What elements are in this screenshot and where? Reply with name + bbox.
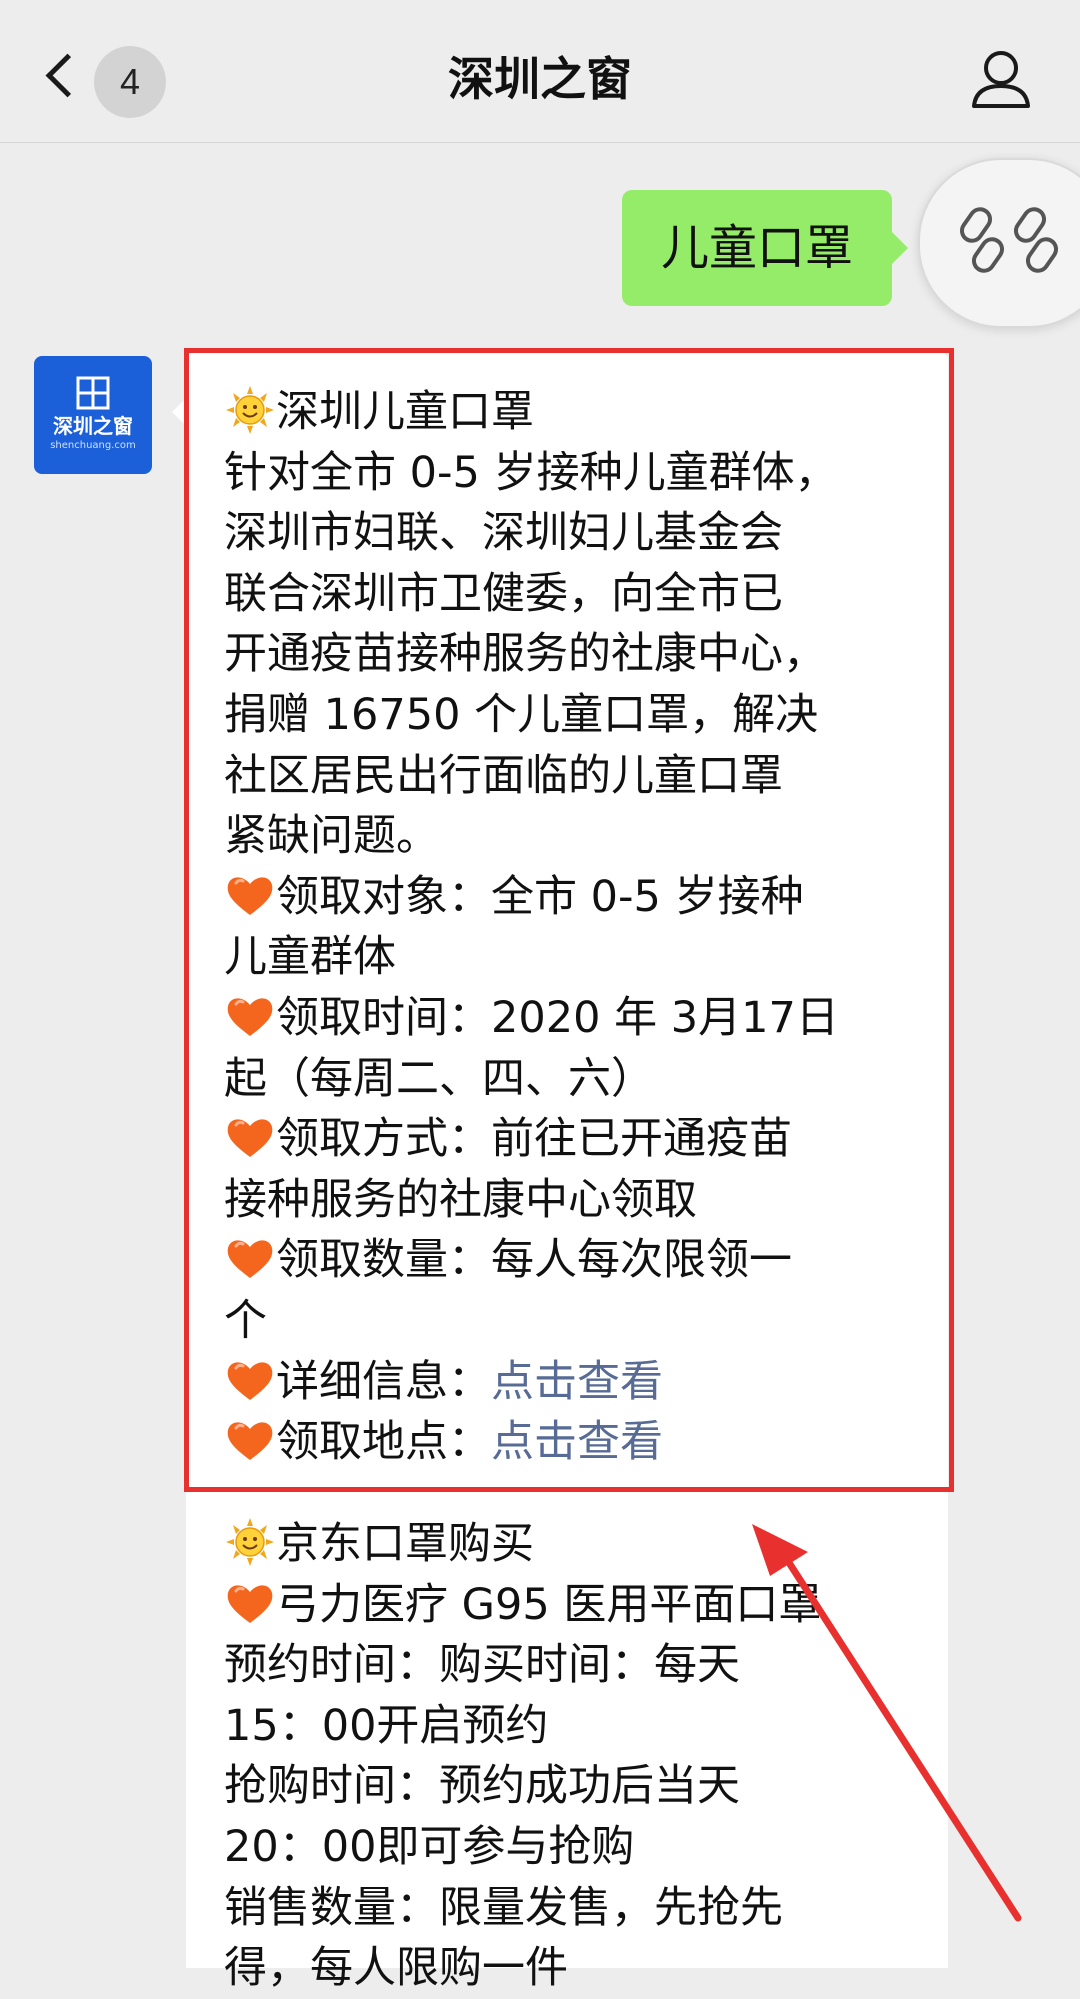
quantity-label: 领取数量： xyxy=(276,1235,491,1286)
sun-face-icon xyxy=(224,1518,276,1566)
floating-link-button[interactable] xyxy=(918,158,1080,328)
intro-line: 联合深圳市卫健委，向全市已 xyxy=(224,568,783,619)
avatar-logo-text: 深圳之窗 xyxy=(53,414,133,438)
target-value: 全市 0-5 岁接种 xyxy=(491,871,804,922)
sales-quantity: 销售数量：限量发售，先抢先 xyxy=(224,1882,783,1933)
sales-quantity-continued: 得，每人限购一件 xyxy=(224,1943,568,1994)
children-mask-section: 深圳儿童口罩 针对全市 0-5 岁接种儿童群体， 深圳市妇联、深圳妇儿基金会 联… xyxy=(224,382,924,1473)
user-icon xyxy=(972,51,1030,108)
intro-line: 捐赠 16750 个儿童口罩，解决 xyxy=(224,689,819,740)
quantity-value-continued: 个 xyxy=(224,1295,267,1346)
link-icon xyxy=(1013,207,1059,273)
heart-icon xyxy=(224,992,276,1040)
avatar-logo-subtext: shenchuang.com xyxy=(50,440,136,451)
target-value-continued: 儿童群体 xyxy=(224,932,396,983)
profile-button[interactable] xyxy=(966,44,1036,114)
navigation-bar: 4 深圳之窗 xyxy=(0,0,1080,143)
intro-line: 开通疫苗接种服务的社康中心， xyxy=(224,629,826,680)
heart-icon xyxy=(224,1579,276,1627)
target-label: 领取对象： xyxy=(276,871,491,922)
quantity-value: 每人每次限领一 xyxy=(491,1235,792,1286)
time-value: 2020 年 3月17日 xyxy=(491,992,839,1043)
detail-link[interactable]: 点击查看 xyxy=(491,1357,663,1407)
received-message-bubble: 深圳儿童口罩 针对全市 0-5 岁接种儿童群体， 深圳市妇联、深圳妇儿基金会 联… xyxy=(172,352,948,1993)
sent-message-bubble[interactable]: 儿童口罩 xyxy=(622,190,908,306)
heart-icon xyxy=(224,1113,276,1161)
link-icon xyxy=(959,207,1005,273)
product-name: 弓力医疗 G95 医用平面口罩 xyxy=(276,1579,822,1630)
sender-avatar[interactable]: 深圳之窗 shenchuang.com xyxy=(34,356,152,474)
intro-line: 针对全市 0-5 岁接种儿童群体， xyxy=(224,447,838,498)
section-title: 深圳儿童口罩 xyxy=(276,387,534,437)
heart-icon xyxy=(224,1416,276,1464)
heart-icon xyxy=(224,871,276,919)
rush-time: 抢购时间：预约成功后当天 xyxy=(224,1761,740,1812)
jd-mask-section: 京东口罩购买 弓力医疗 G95 医用平面口罩 预约时间：购买时间：每天 15：0… xyxy=(224,1514,924,1999)
heart-icon xyxy=(224,1234,276,1282)
unread-count-badge: 4 xyxy=(94,46,166,118)
heart-icon xyxy=(224,1356,276,1404)
method-label: 领取方式： xyxy=(276,1114,491,1165)
time-label: 领取时间： xyxy=(276,992,491,1043)
time-value-continued: 起（每周二、四、六） xyxy=(224,1053,654,1104)
reserve-time-continued: 15：00开启预约 xyxy=(224,1700,549,1751)
rush-time-continued: 20：00即可参与抢购 xyxy=(224,1821,635,1872)
method-value-continued: 接种服务的社康中心领取 xyxy=(224,1174,697,1225)
location-label: 领取地点： xyxy=(276,1417,491,1468)
location-link[interactable]: 点击查看 xyxy=(491,1417,663,1467)
section-title: 京东口罩购买 xyxy=(276,1519,534,1569)
chevron-left-icon xyxy=(45,53,90,98)
sun-face-icon xyxy=(224,386,276,434)
method-value: 前往已开通疫苗 xyxy=(491,1114,792,1165)
detail-label: 详细信息： xyxy=(276,1356,491,1407)
reserve-time: 预约时间：购买时间：每天 xyxy=(224,1640,740,1691)
intro-line: 紧缺问题。 xyxy=(224,811,439,862)
intro-line: 社区居民出行面临的儿童口罩 xyxy=(224,750,783,801)
back-button[interactable]: 4 xyxy=(40,44,170,118)
intro-line: 深圳市妇联、深圳妇儿基金会 xyxy=(224,508,783,559)
window-logo-icon xyxy=(76,376,110,410)
